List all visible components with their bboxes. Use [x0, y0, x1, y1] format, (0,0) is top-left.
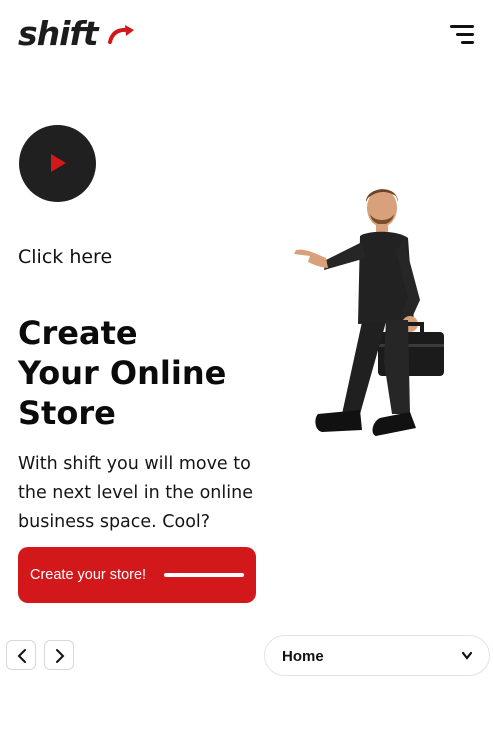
page-select-dropdown[interactable]: Home [264, 635, 490, 676]
play-icon [51, 154, 66, 172]
businessman-illustration [294, 189, 444, 436]
hero-title-line: Your Online [18, 354, 227, 392]
chevron-right-icon [56, 649, 65, 663]
hero-title-line: Create [18, 314, 138, 352]
logo[interactable]: shift [18, 14, 134, 54]
logo-text: shift [18, 14, 99, 53]
create-store-button[interactable]: Create your store! [18, 547, 256, 603]
play-video-button[interactable] [19, 125, 96, 202]
site-header: shift [0, 0, 493, 76]
chevron-down-icon [461, 651, 473, 660]
next-button[interactable] [44, 640, 74, 670]
logo-arrow-icon [108, 25, 134, 44]
hero-description: With shift you will move to the next lev… [18, 454, 253, 532]
previous-button[interactable] [6, 640, 36, 670]
click-here-link[interactable]: Click here [18, 246, 112, 268]
hamburger-menu-icon[interactable] [446, 25, 474, 47]
hero-title: Create Your Online Store [18, 313, 278, 433]
page-select-value: Home [282, 648, 324, 665]
hero-title-line: Store [18, 394, 116, 432]
chevron-left-icon [17, 649, 26, 663]
cta-line-decoration [164, 573, 244, 577]
create-store-button-label: Create your store! [30, 567, 147, 583]
